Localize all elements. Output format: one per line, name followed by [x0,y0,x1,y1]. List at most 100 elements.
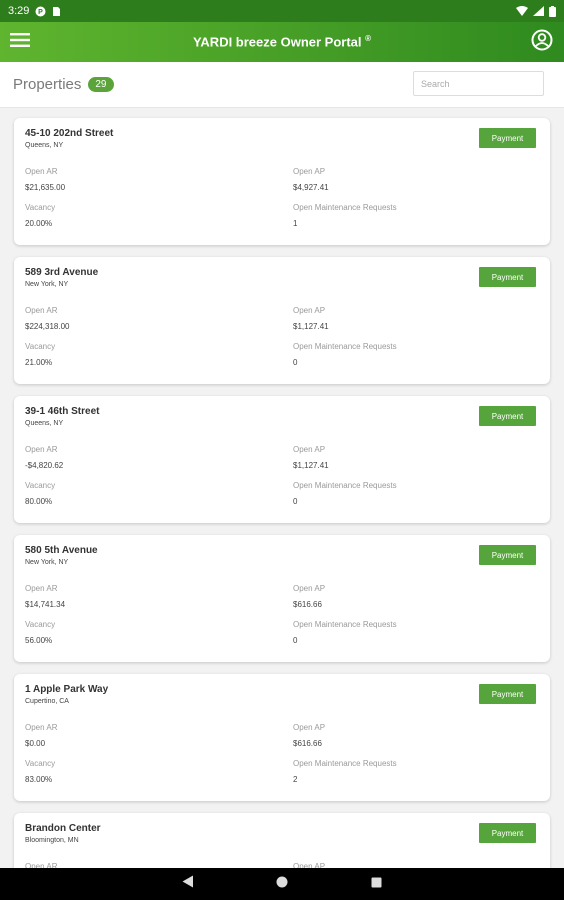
system-nav-bar [0,868,564,900]
maintenance-value: 0 [293,358,298,367]
property-metrics: Open AR $224,318.00 Open AP $1,127.41 Vacanc… [25,306,539,376]
payment-button[interactable]: Payment [479,823,536,843]
home-button[interactable] [270,872,294,896]
search-input[interactable] [413,71,544,96]
maintenance-metric: Open Maintenance Requests 2 [293,759,539,793]
maintenance-metric: Open Maintenance Requests 1 [293,203,539,237]
wifi-icon [516,6,528,16]
properties-header: Properties 29 [0,62,564,108]
property-card[interactable]: 589 3rd Avenue New York, NY Payment Open AR… [14,257,550,384]
maintenance-label: Open Maintenance Requests [293,759,397,768]
app-notification-icon: P [35,6,46,17]
vacancy-label: Vacancy [25,481,56,490]
property-name: 45-10 202nd Street [25,128,114,139]
property-metrics: Open AR -$4,820.62 Open AP $1,127.41 Vacancy… [25,445,539,515]
vacancy-value: 80.00% [25,497,53,506]
maintenance-value: 0 [293,636,298,645]
recents-square-icon [371,875,382,893]
status-time: 3:29 [8,5,30,17]
page-title: Properties [13,76,82,93]
signal-icon [533,6,544,16]
account-button[interactable] [528,28,556,56]
maintenance-label: Open Maintenance Requests [293,203,397,212]
open-ap-value: $1,127.41 [293,322,329,331]
vacancy-metric: Vacancy 83.00% [25,759,293,793]
open-ar-label: Open AR [25,167,58,176]
property-city: Bloomington, MN [25,837,79,844]
home-circle-icon [276,875,288,893]
open-ar-value: -$4,820.62 [25,461,64,470]
open-ap-metric: Open AP $616.66 [293,584,539,618]
back-triangle-icon [182,875,194,893]
open-ar-value: $224,318.00 [25,322,70,331]
property-name: 1 Apple Park Way [25,684,109,695]
open-ap-label: Open AP [293,584,326,593]
maintenance-value: 1 [293,219,298,228]
open-ar-metric: Open AR $21,635.00 [25,167,293,201]
property-metrics: Open AR $21,635.00 Open AP $4,927.41 Vacancy… [25,167,539,237]
payment-button[interactable]: Payment [479,684,536,704]
menu-button[interactable] [0,22,40,62]
property-name: 589 3rd Avenue [25,267,99,278]
app-title: YARDI breeze Owner Portal ® [192,34,372,50]
vacancy-value: 21.00% [25,358,53,367]
payment-button[interactable]: Payment [479,545,536,565]
open-ap-label: Open AP [293,723,326,732]
maintenance-metric: Open Maintenance Requests 0 [293,342,539,376]
vacancy-metric: Vacancy 80.00% [25,481,293,515]
recents-button[interactable] [364,872,388,896]
open-ap-label: Open AP [293,445,326,454]
vacancy-metric: Vacancy 20.00% [25,203,293,237]
vacancy-value: 56.00% [25,636,53,645]
property-name: 39-1 46th Street [25,406,100,417]
vacancy-value: 20.00% [25,219,53,228]
payment-button[interactable]: Payment [479,406,536,426]
status-bar: 3:29 P [0,0,564,22]
property-list[interactable]: 45-10 202nd Street Queens, NY Payment Open … [0,108,564,868]
open-ar-value: $14,741.34 [25,600,66,609]
svg-text:P: P [39,9,44,16]
property-metrics: Open AR $0.00 Open AP $616.66 Vacancy 83.00% O… [25,723,539,793]
open-ap-value: $4,927.41 [293,183,329,192]
properties-count-badge: 29 [88,77,114,92]
open-ap-value: $616.66 [293,600,322,609]
property-city: Cupertino, CA [25,698,69,705]
property-card[interactable]: 45-10 202nd Street Queens, NY Payment Open … [14,118,550,245]
open-ar-label: Open AR [25,306,58,315]
vacancy-value: 83.00% [25,775,53,784]
open-ar-label: Open AR [25,723,58,732]
open-ap-metric: Open AP $1,127.41 [293,306,539,340]
payment-button[interactable]: Payment [479,128,536,148]
maintenance-metric: Open Maintenance Requests 0 [293,620,539,654]
payment-button[interactable]: Payment [479,267,536,287]
maintenance-label: Open Maintenance Requests [293,481,397,490]
maintenance-label: Open Maintenance Requests [293,342,397,351]
property-card[interactable]: Brandon Center Bloomington, MN Payment Open… [14,813,550,868]
open-ar-metric: Open AR $14,741.34 [25,584,293,618]
back-button[interactable] [176,872,200,896]
vacancy-metric: Vacancy 56.00% [25,620,293,654]
vacancy-label: Vacancy [25,759,56,768]
open-ar-metric: Open AR $224,318.00 [25,306,293,340]
open-ap-value: $1,127.41 [293,461,329,470]
battery-icon [549,5,556,17]
property-city: Queens, NY [25,142,64,149]
open-ap-label: Open AP [293,167,326,176]
property-card[interactable]: 1 Apple Park Way Cupertino, CA Payment Open… [14,674,550,801]
vacancy-label: Vacancy [25,620,56,629]
property-card[interactable]: 39-1 46th Street Queens, NY Payment Open AR… [14,396,550,523]
vacancy-label: Vacancy [25,203,56,212]
property-city: New York, NY [25,281,69,288]
property-card[interactable]: 580 5th Avenue New York, NY Payment Open AR… [14,535,550,662]
vacancy-metric: Vacancy 21.00% [25,342,293,376]
open-ar-value: $21,635.00 [25,183,66,192]
open-ap-value: $616.66 [293,739,322,748]
property-city: Queens, NY [25,420,64,427]
open-ap-metric: Open AP $616.66 [293,723,539,757]
open-ar-label: Open AR [25,445,58,454]
vacancy-label: Vacancy [25,342,56,351]
open-ar-label: Open AR [25,584,58,593]
property-metrics: Open AR $14,741.34 Open AP $616.66 Vacancy 56… [25,584,539,654]
property-name: Brandon Center [25,823,101,834]
maintenance-value: 0 [293,497,298,506]
